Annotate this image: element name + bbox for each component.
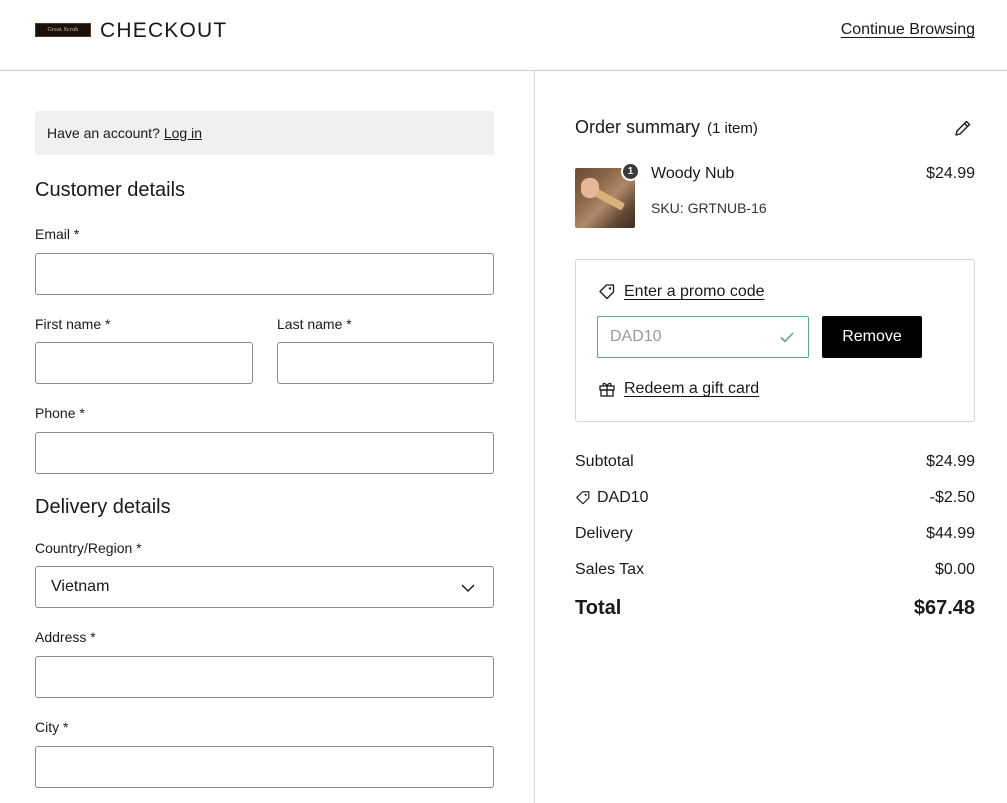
tag-icon bbox=[576, 491, 590, 505]
subtotal-label: Subtotal bbox=[575, 453, 634, 470]
first-name-field[interactable] bbox=[35, 342, 253, 384]
delivery-value: $44.99 bbox=[926, 525, 975, 542]
product-name: Woody Nub bbox=[651, 165, 735, 182]
promo-panel: Enter a promo code Remove Redeem a gift … bbox=[575, 259, 975, 422]
continue-browsing-link[interactable]: Continue Browsing bbox=[841, 21, 975, 39]
tag-icon bbox=[599, 284, 615, 300]
last-name-label: Last name * bbox=[277, 316, 352, 332]
chevron-down-icon bbox=[461, 584, 475, 593]
brand-logo-text: Great Scrub bbox=[47, 27, 79, 33]
redeem-gift-card-link[interactable]: Redeem a gift card bbox=[624, 380, 759, 398]
delivery-label: Delivery bbox=[575, 525, 633, 542]
first-name-label: First name * bbox=[35, 316, 111, 332]
address-field[interactable] bbox=[35, 656, 494, 698]
enter-promo-code-link[interactable]: Enter a promo code bbox=[624, 283, 765, 301]
email-field[interactable] bbox=[35, 253, 494, 295]
subtotal-row: Subtotal $24.99 bbox=[575, 453, 975, 471]
account-banner: Have an account? Log in bbox=[35, 111, 494, 155]
address-label: Address * bbox=[35, 629, 96, 645]
header: Great Scrub CHECKOUT Continue Browsing bbox=[0, 0, 1007, 71]
subtotal-value: $24.99 bbox=[926, 453, 975, 470]
discount-value: -$2.50 bbox=[929, 489, 975, 506]
gift-card-link-row[interactable]: Redeem a gift card bbox=[598, 380, 759, 398]
delivery-details-title: Delivery details bbox=[35, 496, 171, 518]
brand-logo[interactable]: Great Scrub bbox=[35, 23, 91, 37]
product-price: $24.99 bbox=[926, 165, 975, 182]
page-title: CHECKOUT bbox=[100, 19, 228, 42]
quantity-badge: 1 bbox=[621, 162, 640, 181]
gift-icon bbox=[599, 382, 615, 397]
pencil-icon[interactable] bbox=[952, 117, 974, 139]
remove-promo-button[interactable]: Remove bbox=[822, 316, 922, 358]
city-field[interactable] bbox=[35, 746, 494, 788]
product-sku: SKU: GRTNUB-16 bbox=[651, 200, 767, 216]
order-summary-title: Order summary (1 item) bbox=[575, 117, 758, 138]
sales-tax-label: Sales Tax bbox=[575, 561, 645, 578]
sales-tax-row: Sales Tax $0.00 bbox=[575, 561, 975, 579]
order-item-count: (1 item) bbox=[707, 120, 758, 137]
total-row: Total $67.48 bbox=[575, 597, 975, 620]
column-divider bbox=[534, 71, 535, 803]
country-select[interactable]: Vietnam bbox=[35, 566, 494, 608]
total-label: Total bbox=[575, 597, 622, 619]
checkmark-icon bbox=[780, 332, 794, 343]
promo-code-link-row[interactable]: Enter a promo code bbox=[598, 283, 765, 301]
total-value: $67.48 bbox=[913, 597, 975, 619]
account-prompt: Have an account? bbox=[47, 125, 160, 141]
delivery-row: Delivery $44.99 bbox=[575, 525, 975, 543]
last-name-field[interactable] bbox=[277, 342, 494, 384]
country-select-value: Vietnam bbox=[51, 578, 110, 595]
customer-details-title: Customer details bbox=[35, 179, 186, 201]
discount-label: DAD10 bbox=[597, 489, 649, 506]
phone-label: Phone * bbox=[35, 405, 85, 421]
sales-tax-value: $0.00 bbox=[934, 561, 975, 578]
discount-row: DAD10 -$2.50 bbox=[575, 489, 975, 507]
phone-field[interactable] bbox=[35, 432, 494, 474]
country-label: Country/Region * bbox=[35, 540, 142, 556]
order-summary-heading: Order summary bbox=[575, 117, 701, 137]
login-link[interactable]: Log in bbox=[164, 125, 202, 141]
city-label: City * bbox=[35, 719, 69, 735]
email-label: Email * bbox=[35, 226, 80, 242]
